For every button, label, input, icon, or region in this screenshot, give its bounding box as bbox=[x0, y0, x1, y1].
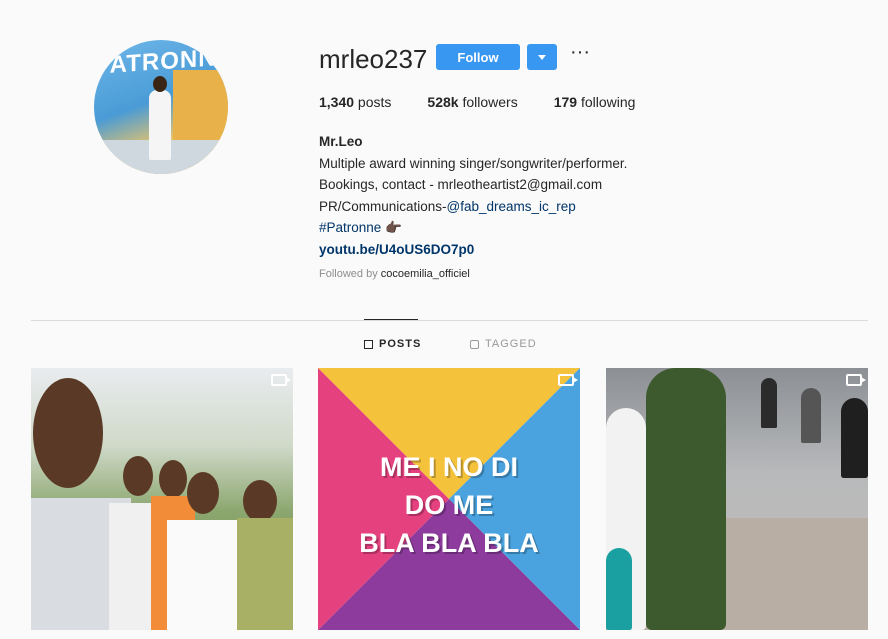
bio-line-3: PR/Communications-@fab_dreams_ic_rep bbox=[319, 196, 627, 218]
grid-icon bbox=[364, 339, 373, 349]
video-icon bbox=[558, 374, 578, 386]
tab-tagged[interactable]: TAGGED bbox=[470, 338, 537, 350]
post-overlay-line: DO ME bbox=[404, 490, 494, 520]
avatar-head bbox=[153, 76, 167, 92]
followed-by-user-link[interactable]: cocoemilia_officiel bbox=[381, 268, 470, 280]
post-person bbox=[801, 388, 821, 443]
profile-stats: 1,340 posts 528k followers 179 following bbox=[319, 94, 671, 110]
bio-mention-link[interactable]: @fab_dreams_ic_rep bbox=[447, 199, 576, 214]
tab-tagged-label: TAGGED bbox=[485, 338, 537, 350]
posts-label: posts bbox=[354, 94, 392, 110]
tab-posts-label: POSTS bbox=[379, 338, 422, 350]
post-overlay-line: BLA BLA BLA bbox=[359, 528, 539, 558]
followers-count: 528k bbox=[427, 94, 459, 110]
suggestions-dropdown-button[interactable] bbox=[527, 44, 557, 70]
following-stat[interactable]: 179 following bbox=[554, 94, 636, 110]
post-person bbox=[33, 378, 103, 488]
tab-posts[interactable]: POSTS bbox=[364, 338, 421, 350]
bio-line-1: Multiple award winning singer/songwriter… bbox=[319, 155, 628, 171]
post-overlay-line: ME I NO DI bbox=[379, 452, 518, 482]
bio-line-2: Bookings, contact - mrleotheartist2@gmai… bbox=[319, 177, 603, 192]
post-thumbnail[interactable] bbox=[31, 368, 293, 630]
profile-avatar[interactable]: PATRONNE bbox=[94, 40, 228, 174]
post-thumbnail[interactable] bbox=[606, 368, 868, 630]
video-icon bbox=[271, 374, 291, 386]
post-person bbox=[159, 460, 187, 498]
bio-line-3-prefix: PR/Communications- bbox=[319, 198, 447, 214]
post-person bbox=[123, 456, 153, 496]
post-person bbox=[646, 368, 726, 630]
post-person-shirt bbox=[237, 518, 293, 630]
followed-by-label: Followed by bbox=[319, 268, 381, 280]
active-tab-indicator bbox=[364, 319, 418, 320]
profile-full-name: Mr.Leo bbox=[319, 134, 363, 149]
followed-by: Followed by cocoemilia_officiel bbox=[319, 268, 470, 280]
tabs-divider bbox=[31, 320, 868, 321]
bio-hashtag-link[interactable]: #Patronne bbox=[319, 220, 381, 235]
profile-bio: Mr.Leo Multiple award winning singer/son… bbox=[319, 131, 627, 260]
avatar-figure bbox=[149, 90, 171, 160]
post-overlay-text: ME I NO DI DO ME BLA BLA BLA bbox=[318, 448, 580, 562]
post-person bbox=[243, 480, 277, 522]
bio-line-4: #Patronne 👉🏿 bbox=[319, 217, 627, 239]
pointing-hand-icon: 👉🏿 bbox=[385, 220, 402, 235]
followers-label: followers bbox=[458, 94, 518, 110]
bio-website-link[interactable]: youtu.be/U4oUS6DO7p0 bbox=[319, 239, 627, 261]
follow-button[interactable]: Follow bbox=[436, 44, 520, 70]
following-label: following bbox=[577, 94, 636, 110]
post-person bbox=[761, 378, 777, 428]
post-person bbox=[841, 398, 868, 478]
chevron-down-icon bbox=[538, 54, 546, 60]
profile-username: mrleo237 bbox=[319, 44, 428, 74]
post-person bbox=[187, 472, 219, 514]
post-person bbox=[606, 548, 632, 630]
tagged-icon bbox=[470, 339, 479, 349]
video-icon bbox=[846, 374, 866, 386]
post-person-shirt bbox=[167, 520, 241, 630]
following-count: 179 bbox=[553, 94, 578, 110]
post-thumbnail[interactable]: ME I NO DI DO ME BLA BLA BLA bbox=[318, 368, 580, 630]
posts-count: 1,340 bbox=[319, 94, 355, 110]
followers-stat[interactable]: 528k followers bbox=[427, 94, 517, 110]
more-options-icon[interactable]: ··· bbox=[568, 42, 592, 68]
posts-stat: 1,340 posts bbox=[319, 94, 391, 110]
